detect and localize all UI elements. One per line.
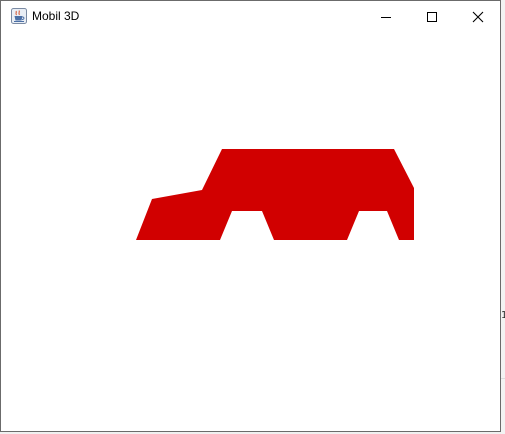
- car-silhouette: [136, 149, 414, 240]
- minimize-button[interactable]: [363, 1, 409, 32]
- java-cup-icon[interactable]: [11, 8, 27, 24]
- maximize-icon: [427, 11, 437, 22]
- close-icon: [472, 11, 484, 22]
- maximize-button[interactable]: [409, 1, 455, 32]
- background-app-glyph: 1: [501, 310, 505, 321]
- close-button[interactable]: [455, 1, 501, 32]
- minimize-icon: [381, 16, 391, 18]
- car-body: [136, 149, 414, 240]
- drawing-canvas[interactable]: [1, 32, 500, 431]
- background-app-edge: [501, 0, 505, 434]
- title-bar[interactable]: Mobil 3D: [1, 1, 500, 32]
- window-title: Mobil 3D: [32, 9, 80, 23]
- app-window: Mobil 3D: [0, 0, 501, 432]
